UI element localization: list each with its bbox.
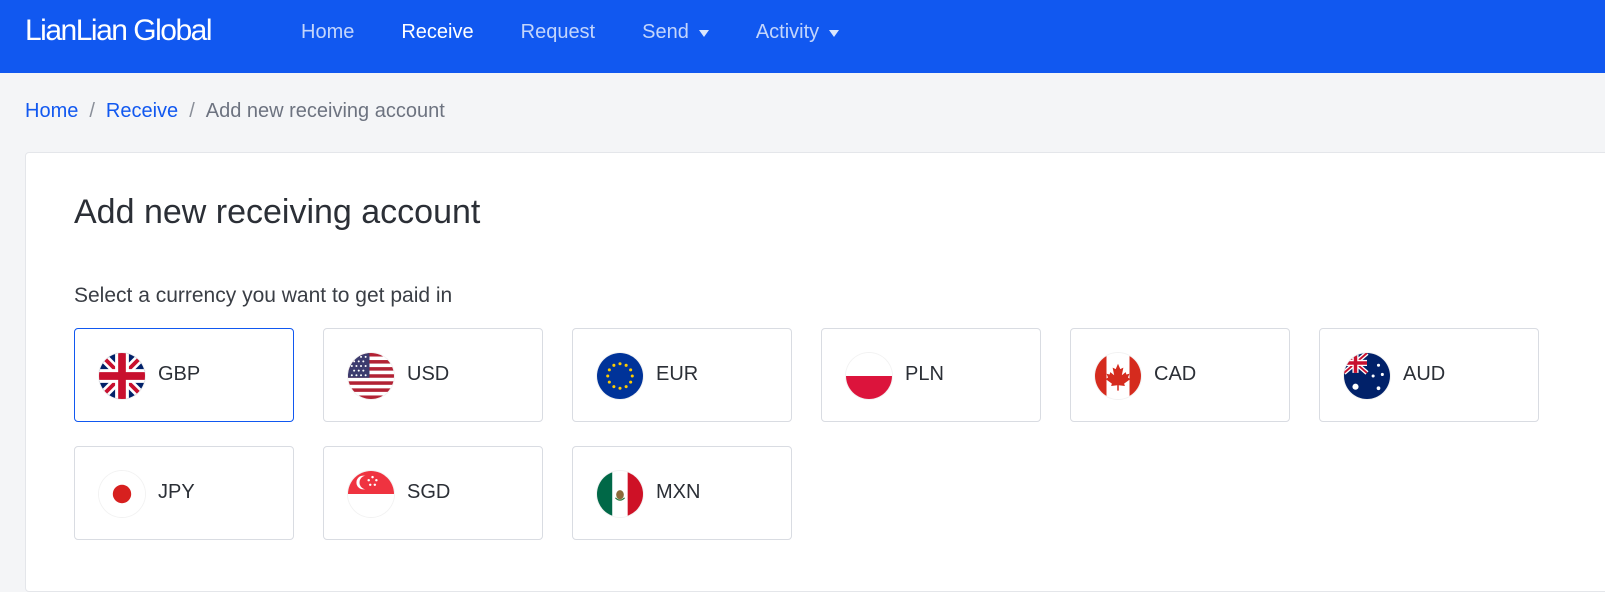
currency-option-gbp[interactable]: GBP — [74, 328, 294, 422]
eu-flag-icon — [597, 353, 643, 399]
nav-send[interactable]: Send — [642, 21, 709, 44]
us-flag-icon — [348, 353, 394, 399]
currency-option-eur[interactable]: EUR — [572, 328, 792, 422]
page-title: Add new receiving account — [74, 193, 481, 231]
nav-receive-label: Receive — [401, 21, 474, 43]
breadcrumb: Home / Receive / Add new receiving accou… — [25, 100, 445, 123]
currency-option-sgd[interactable]: SGD — [323, 446, 543, 540]
currency-prompt: Select a currency you want to get paid i… — [74, 284, 453, 307]
currency-code: AUD — [1403, 363, 1446, 385]
content-card: Add new receiving account Select a curre… — [25, 152, 1605, 592]
canada-flag-icon — [1095, 353, 1141, 399]
mexico-flag-icon — [597, 471, 643, 517]
caret-down-icon — [698, 30, 709, 37]
currency-option-mxn[interactable]: MXN — [572, 446, 792, 540]
breadcrumb-current: Add new receiving account — [205, 100, 445, 122]
currency-option-jpy[interactable]: JPY — [74, 446, 294, 540]
breadcrumb-separator: / — [89, 100, 95, 122]
currency-code: PLN — [905, 363, 944, 385]
breadcrumb-separator: / — [189, 100, 195, 122]
caret-down-icon — [829, 30, 840, 37]
top-navigation-bar: LianLian Global Home Receive Request Sen… — [0, 0, 1605, 73]
nav-activity[interactable]: Activity — [755, 21, 840, 44]
currency-code: EUR — [656, 363, 699, 385]
currency-option-usd[interactable]: USD — [323, 328, 543, 422]
currency-code: CAD — [1154, 363, 1197, 385]
australia-flag-icon — [1344, 353, 1390, 399]
japan-flag-icon — [99, 471, 145, 517]
currency-option-aud[interactable]: AUD — [1319, 328, 1539, 422]
currency-code: USD — [407, 363, 450, 385]
nav-request-label: Request — [520, 21, 596, 43]
currency-code: SGD — [407, 481, 451, 503]
nav-send-label: Send — [642, 21, 689, 43]
currency-code: MXN — [656, 481, 701, 503]
breadcrumb-home[interactable]: Home — [25, 100, 78, 123]
currency-code: GBP — [158, 363, 201, 385]
uk-flag-icon — [99, 353, 145, 399]
nav-home[interactable]: Home — [301, 21, 354, 44]
poland-flag-icon — [846, 353, 892, 399]
brand-logo[interactable]: LianLian Global — [25, 14, 213, 48]
singapore-flag-icon — [348, 471, 394, 517]
nav-home-label: Home — [301, 21, 355, 43]
currency-code: JPY — [158, 481, 195, 503]
main-nav: Home Receive Request Send Activity — [301, 0, 886, 65]
currency-option-cad[interactable]: CAD — [1070, 328, 1290, 422]
currency-option-pln[interactable]: PLN — [821, 328, 1041, 422]
nav-activity-label: Activity — [755, 21, 820, 43]
nav-request[interactable]: Request — [521, 21, 596, 44]
nav-receive[interactable]: Receive — [401, 21, 473, 44]
breadcrumb-receive[interactable]: Receive — [106, 100, 178, 123]
